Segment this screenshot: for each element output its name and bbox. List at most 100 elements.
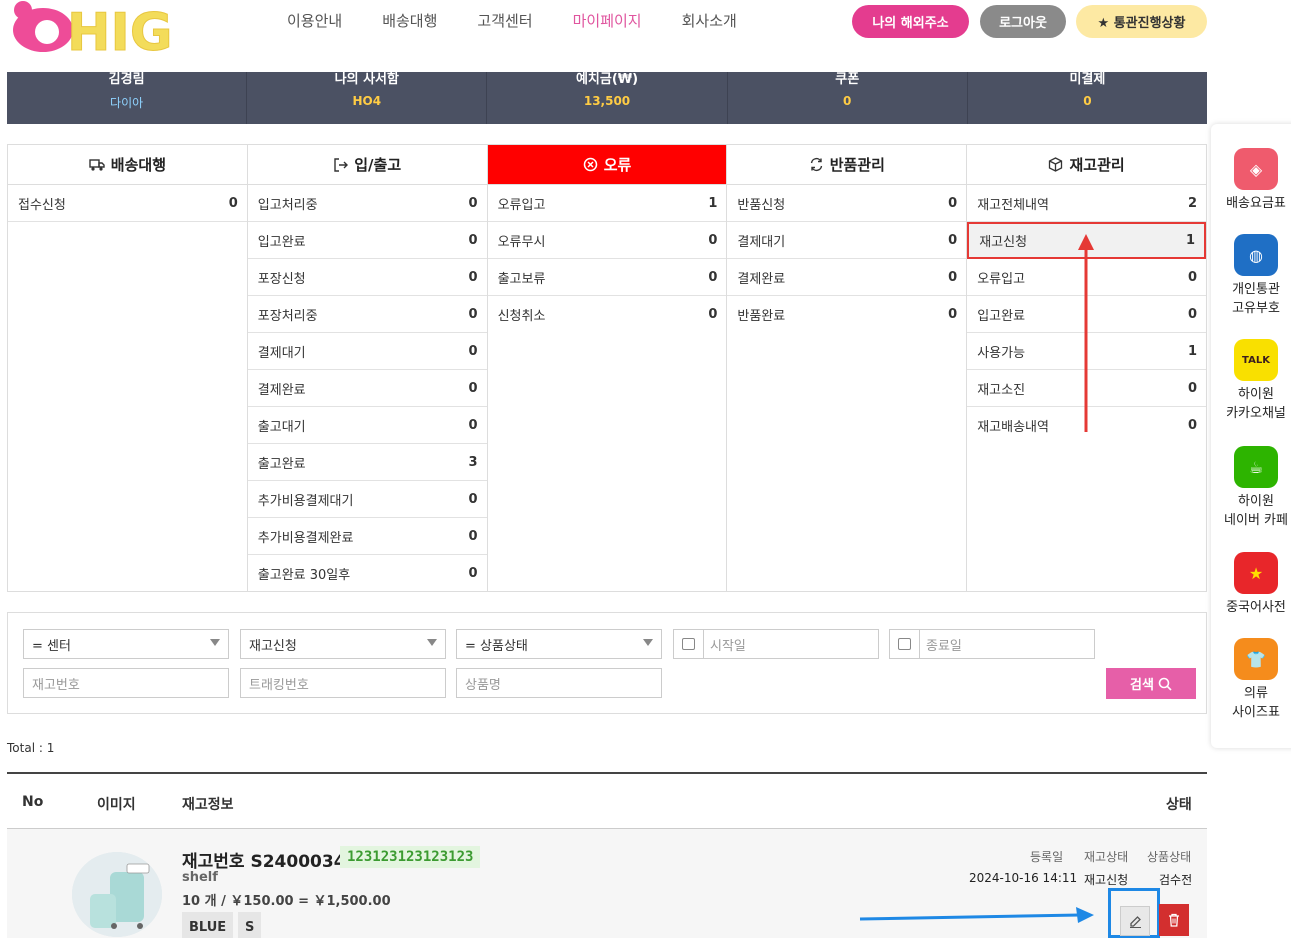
stock-status-label: 재고상태 [1084, 850, 1129, 864]
summary-member: 김경림 다이아 [7, 66, 248, 124]
nav-support[interactable]: 고객센터 [477, 10, 532, 32]
column-header: 입/출고 [247, 145, 487, 185]
status-row[interactable]: 결제완료 0 [727, 259, 967, 296]
status-label: 반품신청 [737, 197, 786, 213]
status-row[interactable]: 출고대기 0 [247, 407, 487, 444]
status-row[interactable]: 오류입고 1 [487, 185, 727, 222]
status-label: 출고대기 [257, 419, 306, 435]
sidebar-item-naver-cafe[interactable]: ☕ 하이원 네이버 카페 [1211, 446, 1291, 530]
logout-button[interactable]: 로그아웃 [980, 5, 1066, 38]
naver-cafe-icon: ☕ [1234, 446, 1278, 488]
tracking-number-input[interactable]: 트래킹번호 [240, 668, 446, 698]
status-row[interactable]: 출고보류 0 [487, 259, 727, 296]
status-row[interactable]: 포장신청 0 [247, 259, 487, 296]
column-inout: 입/출고 입고처리중 0 입고완료 0 포장신청 0 포장처리중 0 결제대기 0 결제완… [247, 145, 488, 592]
status-row[interactable]: 오류무시 0 [487, 222, 727, 259]
status-count: 0 [1187, 306, 1197, 322]
sidebar-item-kakao[interactable]: TALK 하이원 카카오채널 [1211, 339, 1291, 423]
status-row[interactable]: 결제완료 0 [247, 370, 487, 407]
box-icon [1049, 157, 1063, 172]
start-date-input[interactable]: 시작일 [673, 629, 879, 659]
nav-mypage[interactable]: 마이페이지 [573, 10, 642, 32]
summary-value: 0 [1083, 94, 1092, 108]
status-label: 결제완료 [737, 271, 786, 287]
edit-button[interactable] [1120, 906, 1150, 936]
nav-guide[interactable]: 이용안내 [287, 10, 342, 32]
status-row[interactable]: 추가비용결제완료 0 [247, 518, 487, 555]
column-title: 재고관리 [1069, 156, 1125, 174]
globe-icon: ◍ [1234, 234, 1278, 276]
status-count: 0 [1187, 418, 1197, 433]
delete-button[interactable] [1159, 904, 1189, 936]
sign-in-icon [334, 157, 349, 172]
my-overseas-address-button[interactable]: 나의 해외주소 [852, 5, 969, 38]
status-row[interactable]: 결제대기 0 [247, 333, 487, 370]
center-select[interactable]: = 센터 [23, 629, 229, 659]
china-flag-icon: ★ [1234, 552, 1278, 594]
error-circle-icon [583, 157, 597, 172]
stock-status-select[interactable]: 재고신청 [240, 629, 446, 659]
status-label: 출고완료 30일후 [257, 568, 351, 583]
status-count: 0 [948, 195, 958, 211]
status-row[interactable]: 반품신청 0 [727, 185, 967, 222]
status-row[interactable]: 반품완료 0 [727, 296, 966, 333]
summary-value: 다이아 [110, 96, 144, 110]
status-row[interactable]: 포장처리중 0 [247, 296, 487, 333]
summary-unpaid: 미결제 0 [968, 66, 1207, 124]
column-title: 반품관리 [829, 156, 885, 174]
status-row[interactable]: 입고완료 0 [247, 222, 487, 259]
status-label: 결제대기 [737, 234, 786, 250]
option-color: BLUE [182, 912, 234, 938]
status-label: 재고신청 [979, 235, 1028, 250]
status-label: 추가비용결제완료 [257, 530, 354, 546]
status-row[interactable]: 결제대기 0 [727, 222, 967, 259]
summary-value: HO4 [352, 94, 382, 108]
header-image: 이미지 [97, 797, 136, 813]
end-date-input[interactable]: 종료일 [889, 629, 1095, 659]
column-title: 오류 [603, 156, 632, 174]
status-count: 0 [468, 232, 478, 248]
nav-company[interactable]: 회사소개 [682, 10, 737, 32]
suitcase-photo [72, 852, 162, 937]
status-count: 0 [1187, 380, 1197, 396]
status-label: 결제완료 [257, 382, 306, 398]
site-logo[interactable]: HIGH1 [5, 0, 175, 56]
svg-text:HIGH1: HIGH1 [67, 3, 175, 56]
sidebar-label: 개인통관 고유부호 [1232, 282, 1280, 316]
stock-number-input[interactable]: 재고번호 [23, 668, 229, 698]
sidebar-item-price[interactable]: ◈ 배송요금표 [1211, 148, 1291, 213]
status-grid: 배송대행 접수신청 0 입/출고 입고처리중 0 입고완료 0 포장신청 0 포장처리중… [7, 144, 1207, 592]
status-row[interactable]: 출고완료 30일후 0 [248, 555, 487, 592]
status-count: 0 [468, 491, 478, 507]
edit-icon [1129, 915, 1141, 928]
nav-shipping[interactable]: 배송대행 [382, 10, 437, 32]
status-label: 입고처리중 [257, 197, 318, 213]
status-count: 0 [708, 232, 718, 248]
product-status-select[interactable]: = 상품상태 [456, 629, 662, 659]
search-button-label: 검색 [1130, 678, 1154, 693]
status-count: 1 [1185, 233, 1195, 248]
sidebar-item-size-chart[interactable]: 👕 의류 사이즈표 [1211, 638, 1291, 722]
summary-deposit: 예치금(₩) 13,500 [487, 66, 728, 124]
truck-icon [89, 158, 105, 171]
sidebar-label: 하이원 카카오채널 [1226, 387, 1286, 421]
status-row[interactable]: 재고전체내역 2 [967, 185, 1206, 222]
sidebar-item-chinese-dict[interactable]: ★ 중국어사전 [1211, 552, 1291, 617]
status-count: 0 [468, 269, 478, 285]
product-image[interactable] [72, 852, 162, 937]
sidebar-item-customs-code[interactable]: ◍ 개인통관 고유부호 [1211, 234, 1291, 318]
column-header: 재고관리 [967, 145, 1206, 185]
status-row[interactable]: 출고완료 3 [247, 444, 487, 481]
status-row[interactable]: 접수신청 0 [8, 185, 247, 222]
status-label: 오류입고 [497, 197, 546, 213]
summary-value: 13,500 [583, 94, 631, 108]
calendar-icon [898, 638, 911, 650]
status-row[interactable]: 입고처리중 0 [247, 185, 487, 222]
status-row[interactable]: 추가비용결제대기 0 [247, 481, 487, 518]
search-button[interactable]: 검색 [1106, 668, 1196, 699]
status-row[interactable]: 신청취소 0 [488, 296, 727, 333]
kakao-talk-icon: TALK [1234, 339, 1278, 381]
product-name-input[interactable]: 상품명 [456, 668, 662, 698]
stock-table-header: No 이미지 재고정보 상태 [7, 772, 1207, 829]
customs-status-button[interactable]: ★ 통관진행상황 [1076, 5, 1207, 38]
